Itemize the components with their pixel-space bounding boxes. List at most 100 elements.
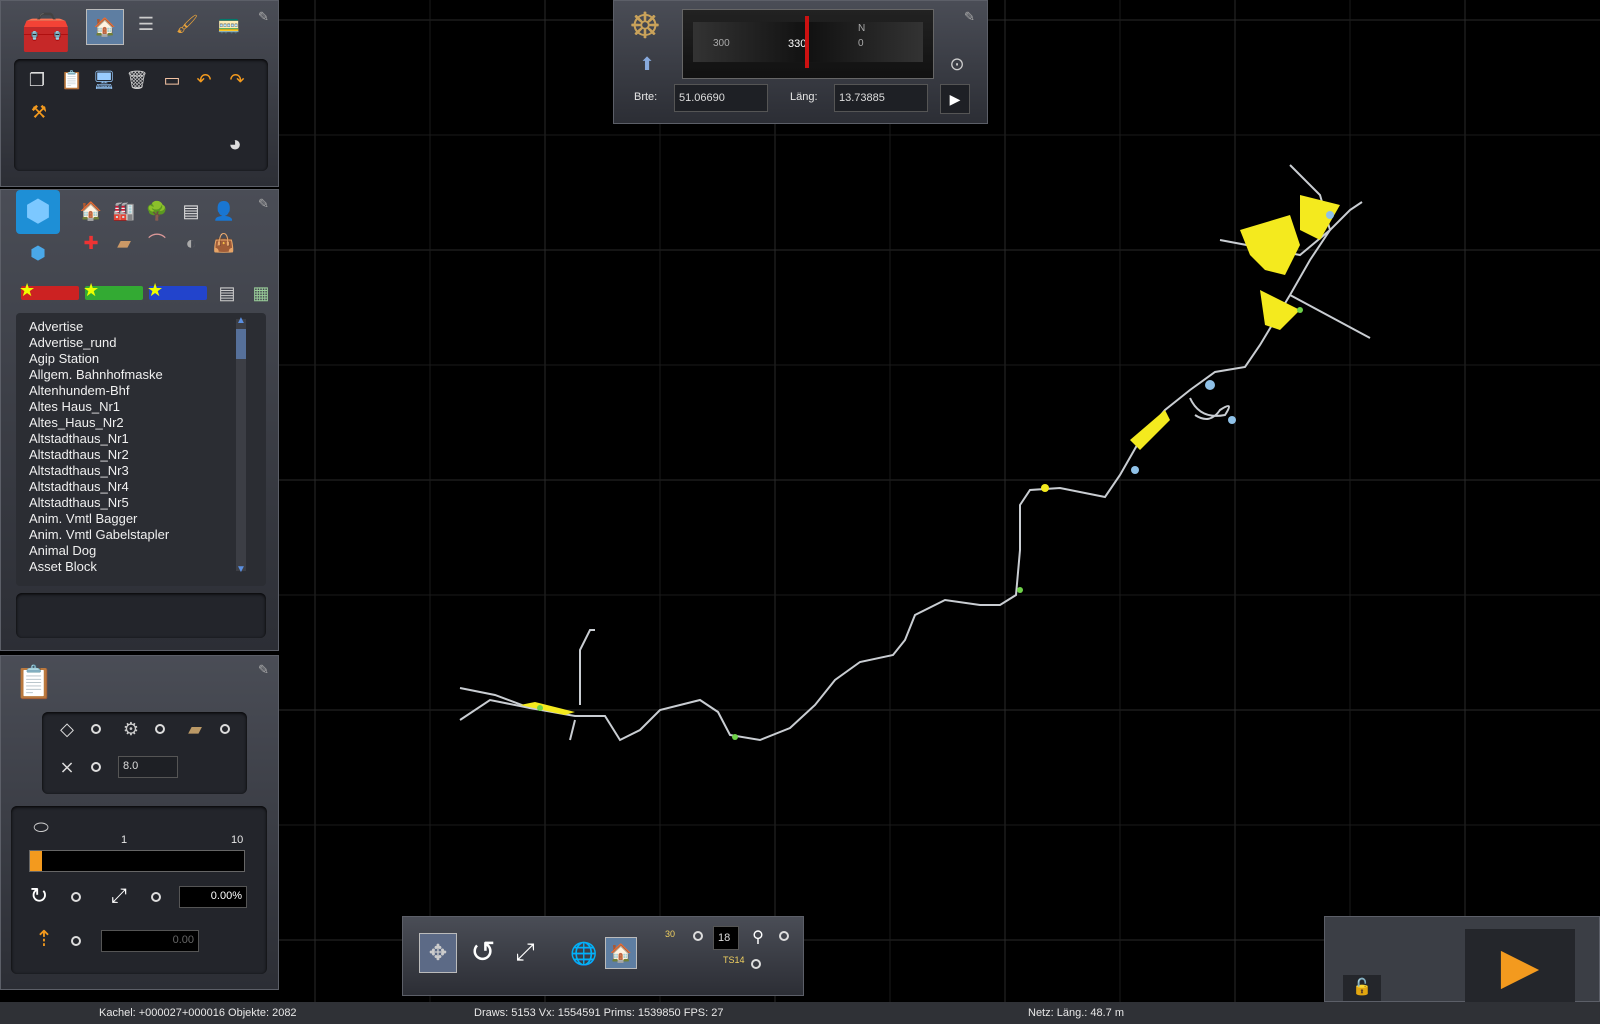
slider-handle[interactable]	[30, 851, 42, 871]
globe-icon[interactable]: 🌐	[570, 941, 597, 967]
list-item[interactable]: Anim. Vmtl Bagger	[16, 511, 266, 527]
list-view-icon[interactable]: ▤	[214, 280, 240, 306]
direction-arrow-icon[interactable]: ⬆	[634, 51, 660, 77]
objects-cube-icon[interactable]: ⬢	[16, 190, 60, 234]
list-item[interactable]: Altes_Haus_Nr2	[16, 415, 266, 431]
speed-radio[interactable]	[779, 931, 789, 941]
brush-size-slider[interactable]	[29, 850, 245, 872]
grid-plane-icon[interactable]: ⨯	[54, 754, 80, 780]
scale-radio[interactable]	[151, 892, 161, 902]
compass-wheel-icon[interactable]: ☸	[624, 5, 666, 47]
tools-icon[interactable]: ⚒	[26, 99, 52, 125]
list-item[interactable]: Allgem. Bahnhofmaske	[16, 367, 266, 383]
undo-icon[interactable]: ↶	[191, 67, 217, 93]
trees-category-icon[interactable]: 🌳	[144, 198, 170, 224]
speed-icon[interactable]: ⚲	[745, 925, 771, 951]
toolbox-icon[interactable]: 🧰	[16, 6, 76, 60]
rotate-icon[interactable]: ↻	[26, 883, 52, 909]
copy-icon[interactable]: ❐	[24, 67, 50, 93]
fit-view-icon[interactable]: ✥	[419, 933, 457, 973]
track-mode-icon[interactable]: ☰	[133, 11, 159, 37]
bridges-category-icon[interactable]: ▤	[178, 198, 204, 224]
plane-icon[interactable]: ◇	[54, 716, 80, 742]
compass-panel: ☸ ⬆ 300 330 0 N ⊙ ✎ Brte: 51.06690 Läng:…	[613, 0, 988, 124]
unlock-icon[interactable]: 🔓	[1343, 975, 1381, 1001]
list-item[interactable]: Altes Haus_Nr1	[16, 399, 266, 415]
list-item[interactable]: Altstadthaus_Nr2	[16, 447, 266, 463]
pin-icon[interactable]: ✎	[258, 662, 269, 678]
scroll-thumb[interactable]	[236, 329, 246, 359]
industry-category-icon[interactable]: 🏭	[111, 198, 137, 224]
offset-field[interactable]: 0.00	[101, 930, 199, 952]
small-cube-icon[interactable]: ⬢	[25, 240, 51, 266]
eraser-icon[interactable]: ▭	[159, 67, 185, 93]
delete-icon[interactable]: 🗑	[124, 67, 150, 93]
list-item[interactable]: Altenhundem-Bhf	[16, 383, 266, 399]
gear-icon[interactable]: ⚙	[118, 716, 144, 742]
platforms-category-icon[interactable]: ▰	[111, 230, 137, 256]
gear-radio[interactable]	[155, 724, 165, 734]
compass-tick: 0	[858, 38, 864, 49]
list-item[interactable]: Advertise_rund	[16, 335, 266, 351]
redo-icon[interactable]: ↷	[224, 67, 250, 93]
pin-icon[interactable]: ✎	[258, 196, 269, 212]
scroll-down-icon[interactable]: ▼	[236, 564, 246, 575]
grid-view-icon[interactable]: ▦	[248, 280, 274, 306]
longitude-label: Läng:	[790, 91, 818, 103]
paste-icon[interactable]: 📋	[59, 67, 85, 93]
signals-category-icon[interactable]: ✚	[78, 230, 104, 256]
zoom-view-icon[interactable]: ⤢	[507, 935, 543, 971]
height-offset-icon[interactable]: ⇡	[31, 926, 57, 952]
view-distance-input[interactable]: 18	[713, 926, 739, 950]
paint-mode-icon[interactable]: 🖌	[174, 11, 200, 37]
list-item[interactable]: Altstadthaus_Nr4	[16, 479, 266, 495]
scroll-up-icon[interactable]: ▲	[236, 315, 246, 326]
home-mode-icon[interactable]: 🏠	[86, 9, 124, 45]
percent-field[interactable]: 0.00%	[179, 886, 247, 908]
list-item[interactable]: Altstadthaus_Nr1	[16, 431, 266, 447]
list-item[interactable]: Agip Station	[16, 351, 266, 367]
asset-list[interactable]: Advertise Advertise_rund Agip Station Al…	[16, 313, 266, 586]
go-button[interactable]: ▶	[940, 84, 970, 114]
height-input[interactable]: 8.0	[118, 756, 178, 778]
list-item[interactable]: Animal Dog	[16, 543, 266, 559]
reset-view-icon[interactable]: ⊙	[944, 51, 970, 77]
plane-radio[interactable]	[91, 724, 101, 734]
track-network[interactable]	[459, 164, 1371, 742]
beam-radio[interactable]	[220, 724, 230, 734]
lights-category-icon[interactable]: ◐	[178, 230, 204, 256]
list-scrollbar[interactable]: ▲ ▼	[236, 315, 246, 575]
scale-icon[interactable]: ⤢	[106, 883, 132, 909]
train-mode-icon[interactable]: 🚃	[216, 11, 242, 37]
list-item[interactable]: Altstadthaus_Nr3	[16, 463, 266, 479]
rotate-view-icon[interactable]: ↺	[465, 935, 501, 971]
longitude-input[interactable]: 13.73885	[834, 84, 928, 112]
favorite-red-button[interactable]: ★	[19, 280, 79, 300]
list-item[interactable]: Altstadthaus_Nr5	[16, 495, 266, 511]
pin-icon[interactable]: ✎	[258, 9, 269, 25]
latitude-input[interactable]: 51.06690	[674, 84, 768, 112]
pin-icon[interactable]: ✎	[964, 9, 975, 25]
monitor-icon[interactable]: 🖥	[91, 67, 117, 93]
view-30-radio[interactable]	[693, 931, 703, 941]
compass-scale[interactable]: 300 330 0 N	[682, 9, 934, 79]
run-button[interactable]: ▶	[1465, 929, 1575, 1003]
brush-size-icon[interactable]: ◕	[222, 131, 248, 157]
list-item[interactable]: Advertise	[16, 319, 266, 335]
misc-category-icon[interactable]: 👜	[211, 230, 237, 256]
ts14-radio[interactable]	[751, 959, 761, 969]
rotate-radio[interactable]	[71, 892, 81, 902]
list-item[interactable]: Anim. Vmtl Gabelstapler	[16, 527, 266, 543]
list-item[interactable]: Asset Block	[16, 559, 266, 575]
tunnels-category-icon[interactable]: ⌒	[144, 230, 170, 256]
clipboard-icon[interactable]: 📋	[13, 660, 55, 704]
favorite-green-button[interactable]: ★	[83, 280, 143, 300]
toggle-icon[interactable]: ⬭	[28, 814, 54, 840]
favorite-blue-button[interactable]: ★	[147, 280, 207, 300]
grid-plane-radio[interactable]	[91, 762, 101, 772]
people-category-icon[interactable]: 👤	[211, 198, 237, 224]
height-offset-radio[interactable]	[71, 936, 81, 946]
home-view-icon[interactable]: 🏠	[605, 937, 637, 969]
beam-icon[interactable]: ▰	[182, 716, 208, 742]
houses-category-icon[interactable]: 🏠	[78, 198, 104, 224]
